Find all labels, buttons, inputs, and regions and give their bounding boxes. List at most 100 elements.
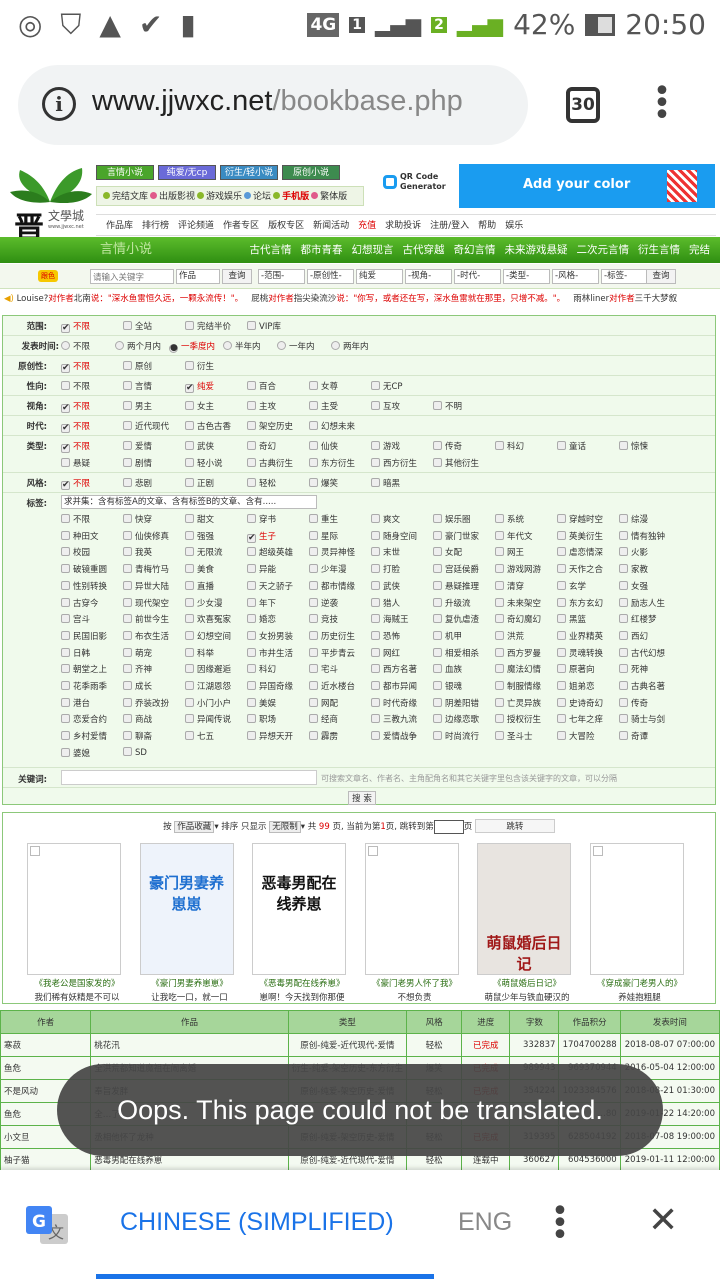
filter-option[interactable]: 暗黑: [371, 477, 400, 489]
checkbox[interactable]: [371, 564, 380, 574]
tag-option[interactable]: 花季雨季: [61, 680, 107, 692]
checkbox[interactable]: [247, 321, 256, 330]
tag-option[interactable]: 七五: [185, 730, 214, 742]
checkbox[interactable]: [185, 630, 194, 640]
checkbox[interactable]: [495, 614, 504, 624]
filter-option[interactable]: 不明: [433, 400, 462, 412]
tag-option[interactable]: 银魂: [433, 680, 462, 692]
checkbox[interactable]: [433, 630, 442, 640]
tag-option[interactable]: 网红: [371, 647, 400, 659]
checkbox[interactable]: [371, 478, 380, 487]
filter-option[interactable]: 童话: [557, 440, 586, 452]
category-link[interactable]: 幻想现言: [352, 237, 394, 263]
checkbox[interactable]: [557, 681, 566, 690]
tag-option[interactable]: 清穿: [495, 580, 524, 592]
tag-option[interactable]: 天之骄子: [247, 580, 293, 592]
checkbox[interactable]: [247, 731, 256, 741]
tag-option[interactable]: 民国旧影: [61, 630, 107, 642]
filter-option[interactable]: 两年内: [331, 340, 369, 352]
filter-option[interactable]: 爱情: [123, 440, 152, 452]
checkbox[interactable]: [433, 514, 442, 523]
tag-option[interactable]: 女配: [433, 546, 462, 558]
tag-option[interactable]: 网配: [309, 697, 338, 709]
sub-link[interactable]: 完结文库: [112, 192, 148, 202]
checkbox[interactable]: [557, 514, 566, 523]
tag-option[interactable]: ✔ 生子: [247, 530, 276, 543]
checkbox[interactable]: [557, 530, 566, 540]
filter-option[interactable]: ✔ 不限: [61, 477, 90, 490]
filter-option[interactable]: ✔ 不限: [61, 420, 90, 433]
checkbox[interactable]: [123, 421, 132, 430]
checkbox[interactable]: [61, 458, 70, 467]
nav-item[interactable]: 新闻活动: [313, 215, 349, 235]
checkbox[interactable]: [247, 564, 256, 574]
checkbox[interactable]: [619, 514, 628, 523]
tag-option[interactable]: 制服情缘: [495, 680, 541, 692]
checkbox[interactable]: [247, 647, 256, 657]
checkbox[interactable]: [123, 597, 132, 607]
top-button-1[interactable]: 纯爱/无cp: [158, 165, 216, 180]
tab-switcher-button[interactable]: 30: [566, 87, 600, 123]
tag-option[interactable]: 升级流: [433, 597, 471, 609]
table-cell[interactable]: 寒菽: [0, 1033, 92, 1057]
checkbox[interactable]: [557, 441, 566, 450]
checkbox[interactable]: [309, 564, 318, 574]
tag-option[interactable]: 聊斋: [123, 730, 152, 742]
query-button-2[interactable]: 查询: [646, 269, 676, 284]
site-logo[interactable]: 晋 文學城 www.jjwxc.net: [6, 162, 94, 244]
checkbox[interactable]: [557, 580, 566, 590]
checkbox[interactable]: [61, 747, 70, 757]
checkbox[interactable]: [433, 458, 442, 467]
close-icon[interactable]: ✕: [648, 1200, 678, 1241]
checkbox[interactable]: [309, 401, 318, 410]
checkbox[interactable]: [309, 614, 318, 624]
tag-option[interactable]: 恋爱合约: [61, 713, 107, 725]
checkbox[interactable]: [309, 514, 318, 523]
checkbox[interactable]: [309, 731, 318, 741]
checkbox[interactable]: [61, 547, 70, 557]
tag-option[interactable]: 科幻: [247, 663, 276, 675]
filter-option[interactable]: 女主: [185, 400, 214, 412]
jump-button[interactable]: 跳转: [474, 819, 555, 833]
category-link[interactable]: 古代穿越: [403, 237, 445, 263]
tag-option[interactable]: 平步青云: [309, 647, 355, 659]
checkbox[interactable]: [123, 614, 132, 624]
checkbox[interactable]: [309, 530, 318, 540]
tag-option[interactable]: 港台: [61, 697, 90, 709]
checkbox[interactable]: [619, 664, 628, 674]
tag-option[interactable]: 都市异闻: [371, 680, 417, 692]
tag-option[interactable]: 阴差阳错: [433, 697, 479, 709]
checkbox[interactable]: [619, 697, 628, 707]
filter-option[interactable]: ✔ 不限: [61, 400, 90, 413]
tag-option[interactable]: 东方玄幻: [557, 597, 603, 609]
checkbox[interactable]: [123, 458, 132, 467]
book-cover[interactable]: 萌鼠婚后日记: [477, 843, 571, 975]
tag-option[interactable]: 星际: [309, 530, 338, 542]
filter-select[interactable]: -时代-: [454, 269, 501, 284]
checkbox[interactable]: [247, 458, 256, 467]
checkbox[interactable]: [495, 697, 504, 707]
tab-target-language[interactable]: ENG: [458, 1208, 514, 1237]
checkbox[interactable]: [309, 697, 318, 707]
checkbox[interactable]: [495, 664, 504, 674]
tag-option[interactable]: 海贼王: [371, 613, 409, 625]
tag-option[interactable]: 近水楼台: [309, 680, 355, 692]
ticker-author[interactable]: 三千大梦叙: [635, 294, 678, 304]
checkbox[interactable]: [61, 564, 70, 574]
checkbox[interactable]: [247, 580, 256, 590]
checkbox[interactable]: [371, 647, 380, 657]
filter-option[interactable]: 不限: [61, 340, 90, 352]
tag-option[interactable]: 异能: [247, 563, 276, 575]
column-header[interactable]: 类型: [287, 1010, 408, 1034]
checkbox[interactable]: [433, 731, 442, 741]
checkbox[interactable]: [619, 714, 628, 724]
tag-option[interactable]: 强强: [185, 530, 214, 542]
checkbox[interactable]: [123, 514, 132, 523]
checkbox[interactable]: [247, 714, 256, 724]
nav-item[interactable]: 充值: [358, 215, 376, 235]
tag-option[interactable]: 商战: [123, 713, 152, 725]
checkbox[interactable]: [61, 697, 70, 707]
column-header[interactable]: 作品积分: [558, 1010, 621, 1034]
checkbox[interactable]: [371, 697, 380, 707]
tag-option[interactable]: 原著向: [557, 663, 595, 675]
